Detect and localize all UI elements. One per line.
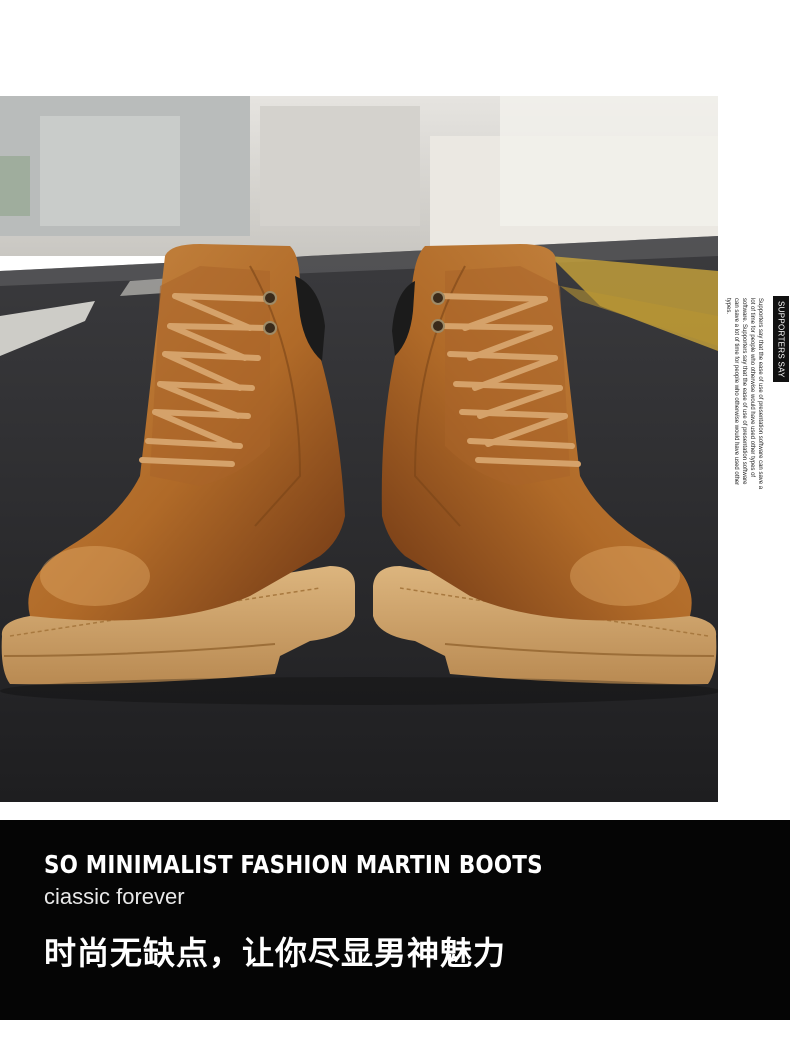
- banner-subtitle: ciassic forever: [44, 884, 185, 909]
- banner-title: SO MINIMALIST FASHION MARTIN BOOTS: [44, 850, 543, 879]
- side-label-text: SUPPORTERS SAY: [776, 300, 786, 378]
- side-description-text: Supporters say that the ease of use of p…: [725, 298, 763, 490]
- banner-chinese-tagline: 时尚无缺点，让你尽显男神魅力: [44, 934, 507, 972]
- side-label-badge: SUPPORTERS SAY: [773, 296, 789, 382]
- side-description: Supporters say that the ease of use of p…: [724, 298, 772, 492]
- caption-banner: SO MINIMALIST FASHION MARTIN BOOTS ciass…: [0, 820, 790, 1020]
- product-photo: [0, 96, 718, 802]
